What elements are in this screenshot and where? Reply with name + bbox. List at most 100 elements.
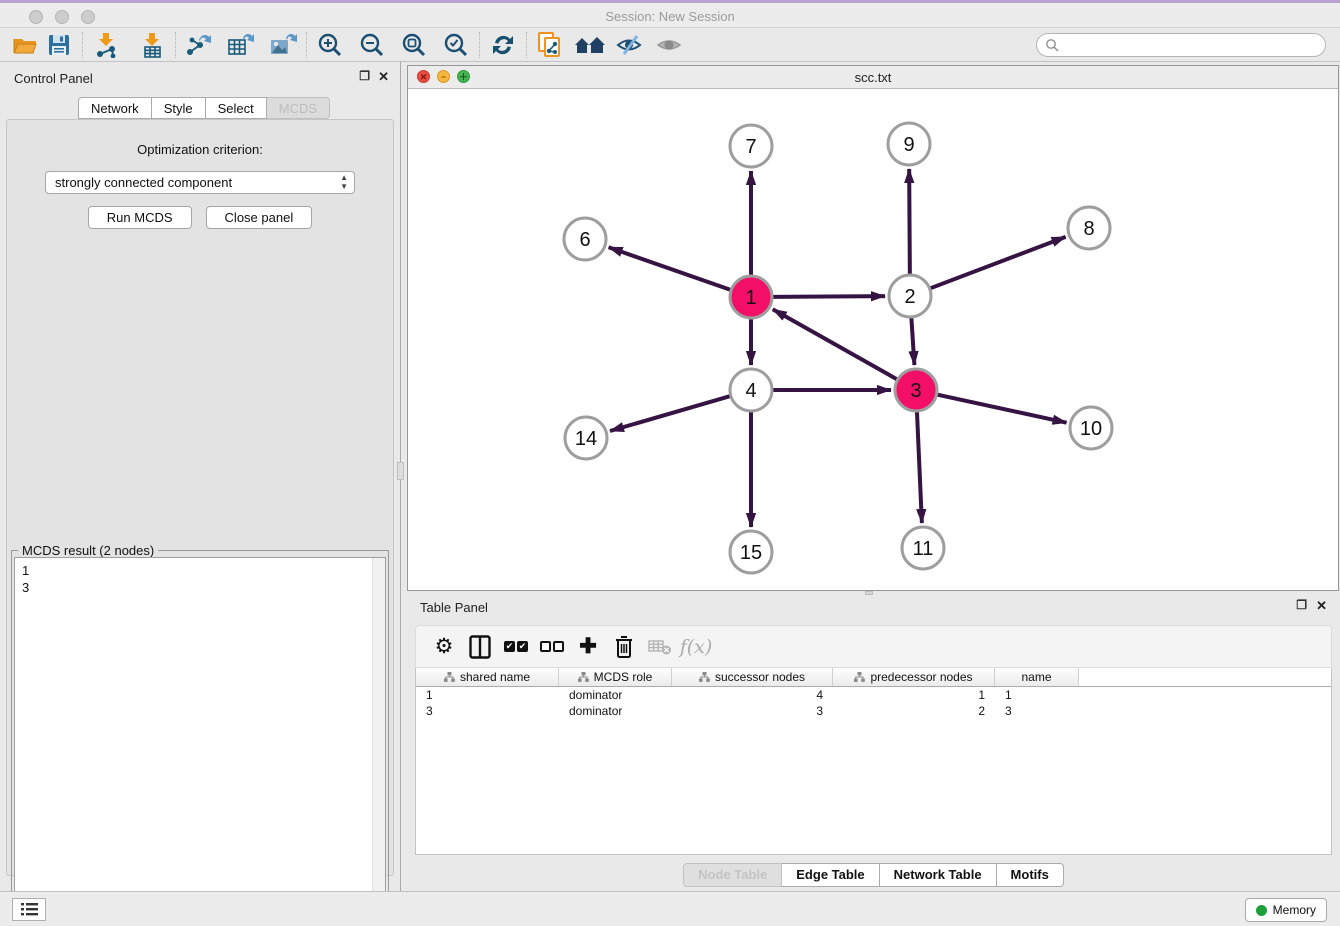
network-canvas[interactable]: 7 9 6 8 1 2 4 3 14 10 15 11 [409, 89, 1338, 590]
criterion-select[interactable]: strongly connected component ▲▼ [45, 171, 355, 194]
table-cell[interactable]: 2 [833, 703, 995, 719]
table-cell[interactable]: dominator [559, 703, 672, 719]
export-image-button[interactable] [266, 30, 300, 60]
table-cell[interactable]: 3 [672, 703, 833, 719]
close-table-panel-icon[interactable]: ✕ [1316, 598, 1327, 614]
table-cell[interactable]: 3 [995, 703, 1079, 719]
node-2[interactable]: 2 [889, 275, 931, 317]
search-input[interactable] [1063, 38, 1325, 53]
tab-edge-table[interactable]: Edge Table [782, 863, 879, 887]
node-10[interactable]: 10 [1070, 407, 1112, 449]
edge-1-6[interactable] [609, 247, 731, 289]
column-header-MCDS-role[interactable]: MCDS role [559, 668, 672, 686]
node-14[interactable]: 14 [565, 417, 607, 459]
node-15[interactable]: 15 [730, 531, 772, 573]
function-builder-button[interactable]: f(x) [678, 630, 714, 664]
edge-3-10[interactable] [937, 395, 1066, 423]
edge-2-3[interactable] [911, 318, 914, 365]
edge-4-14[interactable] [610, 396, 730, 431]
open-file-button[interactable] [8, 30, 42, 60]
memory-button[interactable]: Memory [1245, 898, 1327, 922]
zoom-in-button[interactable] [313, 30, 347, 60]
tab-node-table[interactable]: Node Table [683, 863, 782, 887]
close-panel-icon[interactable]: ✕ [378, 69, 389, 85]
node-4[interactable]: 4 [730, 369, 772, 411]
column-label: name [1021, 670, 1051, 684]
column-header-name[interactable]: name [995, 668, 1079, 686]
table-settings-button[interactable]: ⚙ [426, 630, 462, 664]
zoom-fit-button[interactable] [397, 30, 431, 60]
result-scrollbar[interactable] [372, 558, 385, 926]
trash-icon [614, 635, 634, 659]
tab-motifs[interactable]: Motifs [997, 863, 1064, 887]
node-7[interactable]: 7 [730, 125, 772, 167]
column-header-shared-name[interactable]: shared name [416, 668, 559, 686]
toolbar-separator [82, 32, 83, 58]
control-panel-title: Control Panel [14, 71, 93, 86]
select-all-rows-button[interactable]: ✔✔ [498, 630, 534, 664]
table-row[interactable]: 1dominator411 [416, 687, 1331, 703]
table-cell[interactable]: 1 [833, 687, 995, 703]
split-table-button[interactable] [462, 630, 498, 664]
node-3[interactable]: 3 [895, 369, 937, 411]
run-mcds-button[interactable]: Run MCDS [88, 206, 192, 229]
node-8[interactable]: 8 [1068, 207, 1110, 249]
table-cell[interactable]: 1 [416, 687, 559, 703]
edge-1-2[interactable] [773, 296, 885, 297]
close-panel-button[interactable]: Close panel [206, 206, 313, 229]
delete-table-button[interactable] [642, 630, 678, 664]
table-row[interactable]: 3dominator323 [416, 703, 1331, 719]
node-11[interactable]: 11 [902, 527, 944, 569]
edge-2-8[interactable] [931, 237, 1066, 288]
deselect-all-rows-button[interactable] [534, 630, 570, 664]
tab-network-table[interactable]: Network Table [880, 863, 997, 887]
tab-select[interactable]: Select [206, 97, 267, 119]
tab-style[interactable]: Style [152, 97, 206, 119]
svg-text:9: 9 [903, 134, 914, 156]
search-field[interactable] [1036, 33, 1326, 57]
vertical-splitter-grip[interactable] [397, 462, 404, 480]
float-panel-icon[interactable]: ❐ [359, 69, 370, 83]
node-9[interactable]: 9 [888, 123, 930, 165]
zoom-in-icon [317, 32, 343, 58]
table-cell[interactable]: dominator [559, 687, 672, 703]
edge-3-11[interactable] [917, 412, 922, 523]
edge-2-9[interactable] [909, 169, 910, 274]
window-title: Session: New Session [0, 9, 1340, 24]
import-network-button[interactable] [89, 30, 123, 60]
add-column-button[interactable]: ✚ [570, 630, 606, 664]
first-neighbors-button[interactable] [573, 30, 607, 60]
toolbar-separator [526, 32, 527, 58]
import-table-button[interactable] [135, 30, 169, 60]
export-network-button[interactable] [182, 30, 216, 60]
import-table-icon [139, 32, 165, 58]
edge-3-1[interactable] [773, 309, 897, 379]
zoom-out-button[interactable] [355, 30, 389, 60]
network-frame-titlebar[interactable]: ✕ − ＋ scc.txt [408, 66, 1338, 89]
export-table-button[interactable] [224, 30, 258, 60]
show-all-button[interactable] [653, 30, 687, 60]
node-6[interactable]: 6 [564, 218, 606, 260]
zoom-selected-button[interactable] [439, 30, 473, 60]
zoom-out-icon [359, 32, 385, 58]
export-image-icon [269, 32, 297, 58]
float-table-panel-icon[interactable]: ❐ [1296, 598, 1307, 612]
save-session-button[interactable] [42, 30, 76, 60]
table-cell[interactable]: 1 [995, 687, 1079, 703]
mcds-result-list[interactable]: 13 [14, 557, 386, 926]
svg-text:3: 3 [910, 380, 921, 402]
table-cell[interactable]: 3 [416, 703, 559, 719]
hide-selected-button[interactable] [613, 30, 647, 60]
tab-mcds[interactable]: MCDS [267, 97, 330, 119]
delete-columns-button[interactable] [606, 630, 642, 664]
table-cell[interactable]: 4 [672, 687, 833, 703]
tab-network[interactable]: Network [78, 97, 152, 119]
node-1[interactable]: 1 [730, 276, 772, 318]
main-toolbar [0, 28, 1340, 62]
apply-layout-button[interactable] [486, 30, 520, 60]
task-history-button[interactable] [12, 898, 46, 921]
column-header-successor-nodes[interactable]: successor nodes [672, 668, 833, 686]
new-network-from-selection-button[interactable] [533, 30, 567, 60]
column-header-predecessor-nodes[interactable]: predecessor nodes [833, 668, 995, 686]
column-label: shared name [460, 670, 530, 684]
